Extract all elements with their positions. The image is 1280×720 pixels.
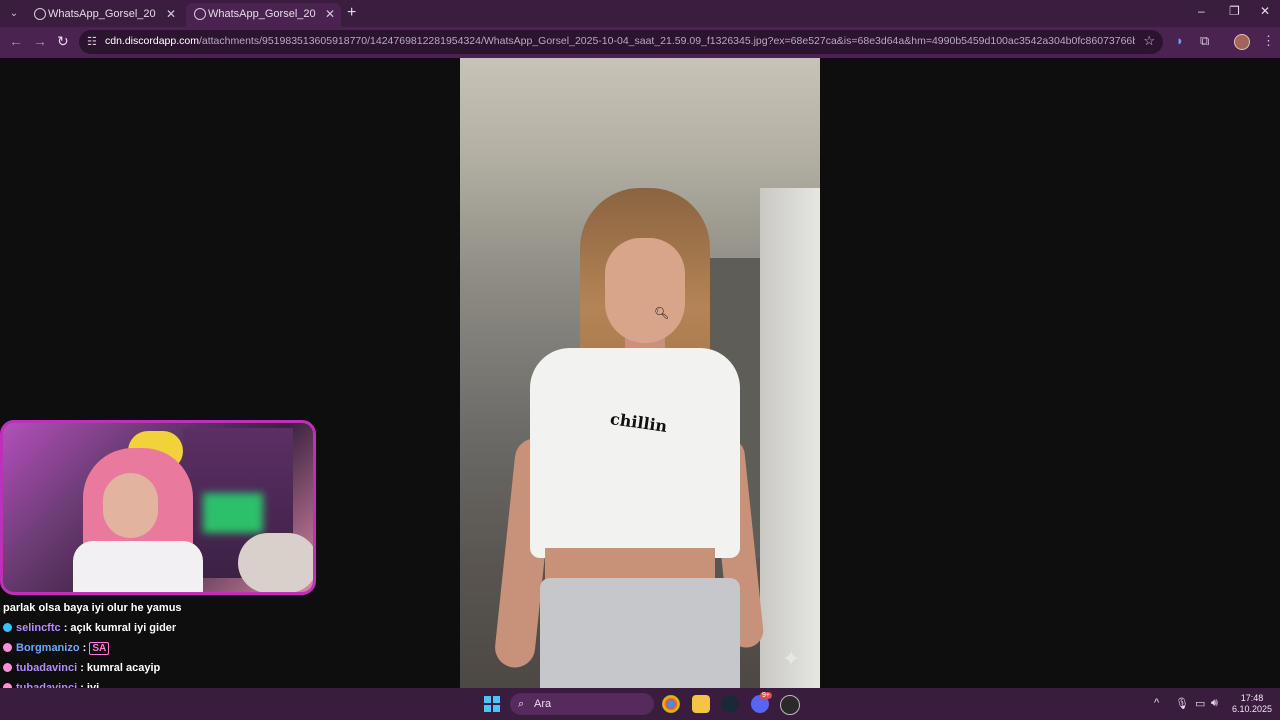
url-host: cdn.discordapp.com <box>105 35 199 47</box>
windows-taskbar: ⌕ Ara 9+ ^ 🎙︎ ▭ 🔊︎ 17:48 6.10.2025 <box>0 688 1280 720</box>
read-aloud-icon[interactable]: ◗ <box>1176 33 1184 48</box>
url-path: /attachments/951983513605918770/14247698… <box>198 35 1135 47</box>
menu-kebab-icon[interactable]: ⋮ <box>1262 33 1275 49</box>
chat-username: tubadavinci <box>16 662 78 674</box>
address-bar[interactable]: ☷ cdn.discordapp.com/attachments/9519835… <box>79 30 1163 54</box>
close-tab-icon[interactable]: ✕ <box>166 3 176 25</box>
cam-streamer-shirt <box>73 541 203 592</box>
photo-face <box>605 238 685 343</box>
search-icon: ⌕ <box>518 698 525 710</box>
chat-text: : kumral acayip <box>80 662 161 674</box>
chevron-up-icon[interactable]: ^ <box>1154 697 1159 709</box>
tab-search-chevron-icon[interactable]: ⌄ <box>5 5 23 22</box>
chat-text: parlak olsa baya iyi olur he yamus <box>3 602 182 614</box>
taskbar-clock[interactable]: 17:48 6.10.2025 <box>1228 693 1276 715</box>
cam-pillow <box>238 533 313 592</box>
clock-date: 6.10.2025 <box>1231 704 1273 714</box>
clock-time: 17:48 <box>1240 693 1264 703</box>
back-arrow-icon[interactable]: ← <box>9 33 23 49</box>
webcam-overlay <box>0 420 316 595</box>
search-placeholder: Ara <box>534 698 552 710</box>
globe-icon <box>194 8 206 20</box>
tab-title: WhatsApp_Gorsel_2025-10-04_ <box>208 8 316 20</box>
volume-icon[interactable]: 🔊︎ <box>1211 697 1218 710</box>
network-icon[interactable]: ▭ <box>1195 697 1205 710</box>
photo-shirt <box>530 348 740 558</box>
microphone-icon[interactable]: 🎙︎ <box>1175 697 1189 710</box>
tab-title: WhatsApp_Gorsel_2025-10-04_ <box>48 8 156 20</box>
photo-wardrobe <box>760 188 820 688</box>
minimize-button[interactable]: – <box>1198 4 1205 18</box>
site-info-icon[interactable]: ☷ <box>87 35 97 48</box>
chat-message: selincftc : açık kumral iyi gider <box>3 622 176 634</box>
taskbar-search[interactable]: ⌕ Ara <box>510 693 654 715</box>
reload-icon[interactable]: ↻ <box>57 33 69 50</box>
restore-button[interactable]: ❐ <box>1229 4 1240 18</box>
chat-text: : <box>82 642 87 654</box>
zoom-in-cursor-icon: 🔍︎ <box>654 306 670 320</box>
tab-whatsapp-1[interactable]: WhatsApp_Gorsel_2025-10-04_ ✕ <box>26 3 182 27</box>
sub-badge-icon <box>3 623 12 632</box>
start-menu-icon[interactable] <box>484 696 500 712</box>
chat-message: tubadavinci : kumral acayip <box>3 662 160 674</box>
profile-avatar[interactable] <box>1234 34 1250 50</box>
file-explorer-icon[interactable] <box>692 695 710 713</box>
chat-emote: SA <box>89 642 110 655</box>
browser-toolbar: ← → ↻ ☷ cdn.discordapp.com/attachments/9… <box>0 27 1280 58</box>
forward-arrow-icon[interactable]: → <box>33 33 47 49</box>
sub-badge-icon <box>3 643 12 652</box>
close-window-button[interactable]: ✕ <box>1260 4 1270 18</box>
sparkle-icon: ✦ <box>782 646 801 671</box>
chat-message: parlak olsa baya iyi olur he yamus <box>3 602 182 614</box>
chat-username: selincftc <box>16 622 61 634</box>
url-text[interactable]: cdn.discordapp.com/attachments/951983513… <box>105 35 1135 47</box>
chat-text: : açık kumral iyi gider <box>63 622 177 634</box>
sub-badge-icon <box>3 663 12 672</box>
globe-icon <box>34 8 46 20</box>
cam-streamer-face <box>103 473 158 538</box>
obs-icon[interactable] <box>780 695 800 715</box>
close-tab-icon[interactable]: ✕ <box>325 3 335 25</box>
displayed-photo[interactable]: chillin 🔍︎ ✦ <box>460 58 820 688</box>
tab-strip: ⌄ WhatsApp_Gorsel_2025-10-04_ ✕ WhatsApp… <box>0 0 1280 27</box>
photo-pants <box>540 578 740 688</box>
extensions-icon[interactable]: ⧉ <box>1200 33 1209 49</box>
chat-username: Borgmanizo <box>16 642 80 654</box>
chat-message: Borgmanizo : SA <box>3 642 110 655</box>
bookmark-star-icon[interactable]: ☆ <box>1143 33 1155 49</box>
steam-icon[interactable] <box>721 695 739 713</box>
cam-plant-light <box>203 493 263 533</box>
chrome-icon[interactable] <box>662 695 680 713</box>
notification-badge: 9+ <box>760 692 772 699</box>
tab-whatsapp-2[interactable]: WhatsApp_Gorsel_2025-10-04_ ✕ <box>186 3 341 27</box>
new-tab-button[interactable]: + <box>347 3 356 23</box>
